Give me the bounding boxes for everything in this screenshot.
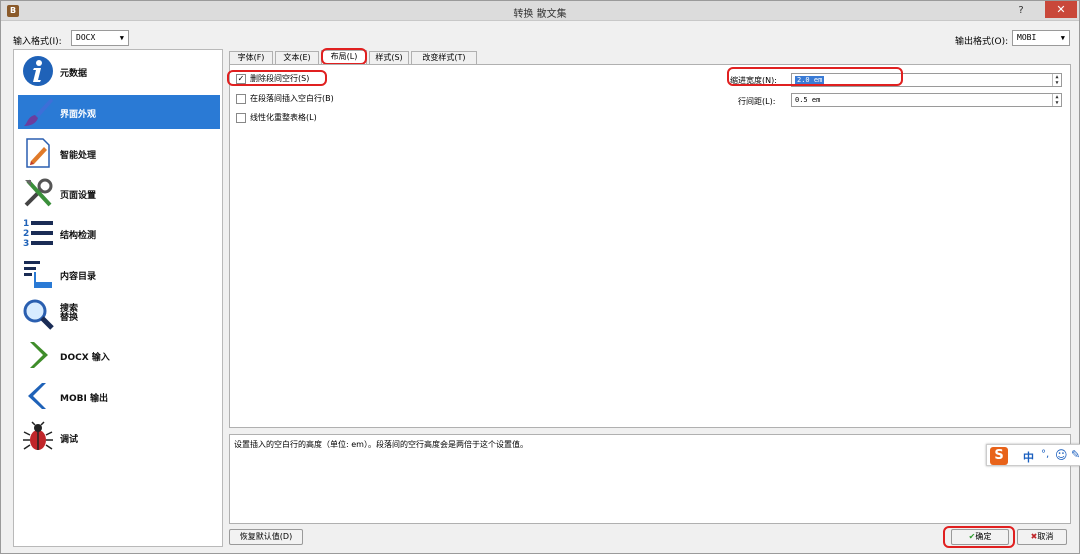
insert-blank-line-checkbox[interactable]: 在段落间插入空白行(B) bbox=[236, 93, 334, 106]
output-format-value: MOBI bbox=[1017, 33, 1037, 42]
svg-text:2: 2 bbox=[23, 229, 29, 239]
sidebar-item-debug[interactable]: 调试 bbox=[18, 420, 220, 454]
svg-text:3: 3 bbox=[23, 239, 29, 249]
sidebar: 元数据 界面外观 智能处理 页面设置 1 2 3 结构检测 内容目录 搜索 替换… bbox=[13, 49, 223, 547]
document-edit-icon bbox=[26, 138, 50, 168]
sidebar-item-search-replace[interactable]: 搜索 替换 bbox=[18, 297, 220, 331]
sidebar-item-label: 界面外观 bbox=[60, 110, 97, 120]
line-spacing-value: 0.5 em bbox=[795, 96, 821, 104]
sogou-logo-icon[interactable]: S bbox=[990, 447, 1008, 465]
close-button[interactable]: ✕ bbox=[1045, 1, 1077, 18]
punctuation-icon[interactable]: °, bbox=[1041, 449, 1049, 460]
magnifier-icon bbox=[23, 299, 54, 330]
sidebar-item-label: 页面设置 bbox=[60, 191, 97, 201]
info-icon bbox=[23, 56, 53, 86]
help-text-area: 设置插入的空白行的高度（单位: em）。段落间的空行高度会是两倍于这个设置值。 bbox=[229, 434, 1071, 524]
sidebar-item-label: 智能处理 bbox=[60, 151, 97, 161]
chevron-right-icon bbox=[30, 342, 48, 368]
line-spacing-label: 行间距(L): bbox=[738, 97, 776, 106]
help-button[interactable]: ? bbox=[1001, 2, 1041, 19]
tab-highlight-annotation bbox=[321, 48, 367, 65]
restore-defaults-button[interactable]: 恢复默认值(D) bbox=[229, 529, 303, 545]
sidebar-item-label: 元数据 bbox=[60, 69, 88, 79]
bug-icon bbox=[23, 421, 53, 450]
input-format-label: 输入格式(I): bbox=[13, 37, 62, 47]
sidebar-item-docx-input[interactable]: DOCX 输入 bbox=[18, 338, 220, 372]
checkbox-unchecked-icon bbox=[236, 113, 246, 123]
numbered-list-icon: 1 2 3 bbox=[23, 219, 53, 249]
sidebar-item-label: 内容目录 bbox=[60, 272, 97, 282]
sidebar-item-label: MOBI 输出 bbox=[60, 394, 108, 404]
linearize-tables-label: 线性化重整表格(L) bbox=[250, 113, 317, 122]
spin-arrows-icon[interactable]: ▲ ▼ bbox=[1052, 94, 1061, 106]
window-title: 转换 散文集 bbox=[513, 9, 567, 20]
cancel-button-label: 取消 bbox=[1037, 532, 1054, 541]
title-bar: B 转换 散文集 ? ✕ bbox=[1, 1, 1079, 21]
line-spacing-spinbox[interactable]: 0.5 em ▲ ▼ bbox=[791, 93, 1062, 107]
tab-transform-styles[interactable]: 改变样式(T) bbox=[411, 51, 477, 65]
svg-text:1: 1 bbox=[23, 219, 29, 229]
tools-icon bbox=[24, 178, 53, 207]
indent-width-highlight-annotation bbox=[727, 67, 903, 86]
output-format-label: 输出格式(O): bbox=[955, 37, 1009, 47]
sidebar-item-metadata[interactable]: 元数据 bbox=[18, 54, 220, 88]
ok-button-highlight-annotation bbox=[943, 526, 1015, 548]
input-format-select[interactable]: DOCX ▼ bbox=[71, 30, 129, 46]
sidebar-item-label: 调试 bbox=[60, 435, 79, 445]
sidebar-item-look-and-feel[interactable]: 界面外观 bbox=[18, 95, 220, 129]
sidebar-item-structure-detection[interactable]: 1 2 3 结构检测 bbox=[18, 216, 220, 250]
insert-blank-line-label: 在段落间插入空白行(B) bbox=[250, 94, 334, 103]
output-format-select[interactable]: MOBI ▼ bbox=[1012, 30, 1070, 46]
toc-icon bbox=[24, 261, 52, 288]
checkbox-unchecked-icon bbox=[236, 94, 246, 104]
layout-panel: ✓ 删除段间空行(S) 在段落间插入空白行(B) 线性化重整表格(L) 缩进宽度(… bbox=[229, 64, 1071, 428]
help-text: 设置插入的空白行的高度（单位: em）。段落间的空行高度会是两倍于这个设置值。 bbox=[234, 440, 528, 449]
spin-arrows-icon[interactable]: ▲ ▼ bbox=[1052, 74, 1061, 86]
convert-dialog: B 转换 散文集 ? ✕ 输入格式(I): DOCX ▼ 输出格式(O): MO… bbox=[0, 0, 1080, 554]
tab-styles[interactable]: 样式(S) bbox=[369, 51, 409, 65]
sidebar-item-page-setup[interactable]: 页面设置 bbox=[18, 176, 220, 210]
dropdown-arrow-icon: ▼ bbox=[1060, 34, 1065, 42]
sidebar-item-label: DOCX 输入 bbox=[60, 353, 110, 363]
cancel-button[interactable]: ✖取消 bbox=[1017, 529, 1067, 545]
tab-text[interactable]: 文本(E) bbox=[275, 51, 319, 65]
input-format-value: DOCX bbox=[76, 33, 96, 42]
ime-toolbar[interactable]: S 中 °, ☺ ✎ bbox=[986, 444, 1080, 466]
brush-icon bbox=[24, 98, 53, 126]
sidebar-item-table-of-contents[interactable]: 内容目录 bbox=[18, 257, 220, 291]
chevron-left-icon bbox=[28, 383, 46, 409]
sidebar-item-mobi-output[interactable]: MOBI 输出 bbox=[18, 379, 220, 413]
tool-icon[interactable]: ✎ bbox=[1071, 448, 1080, 461]
remove-spacing-highlight-annotation bbox=[227, 70, 327, 86]
sidebar-item-label: 搜索 替换 bbox=[60, 304, 79, 323]
ime-language-toggle[interactable]: 中 bbox=[1023, 449, 1034, 465]
emoji-icon[interactable]: ☺ bbox=[1055, 448, 1068, 462]
sidebar-item-heuristics[interactable]: 智能处理 bbox=[18, 136, 220, 170]
dropdown-arrow-icon: ▼ bbox=[119, 34, 124, 42]
tab-font[interactable]: 字体(F) bbox=[229, 51, 273, 65]
sidebar-item-label: 结构检测 bbox=[60, 231, 97, 241]
linearize-tables-checkbox[interactable]: 线性化重整表格(L) bbox=[236, 112, 317, 125]
